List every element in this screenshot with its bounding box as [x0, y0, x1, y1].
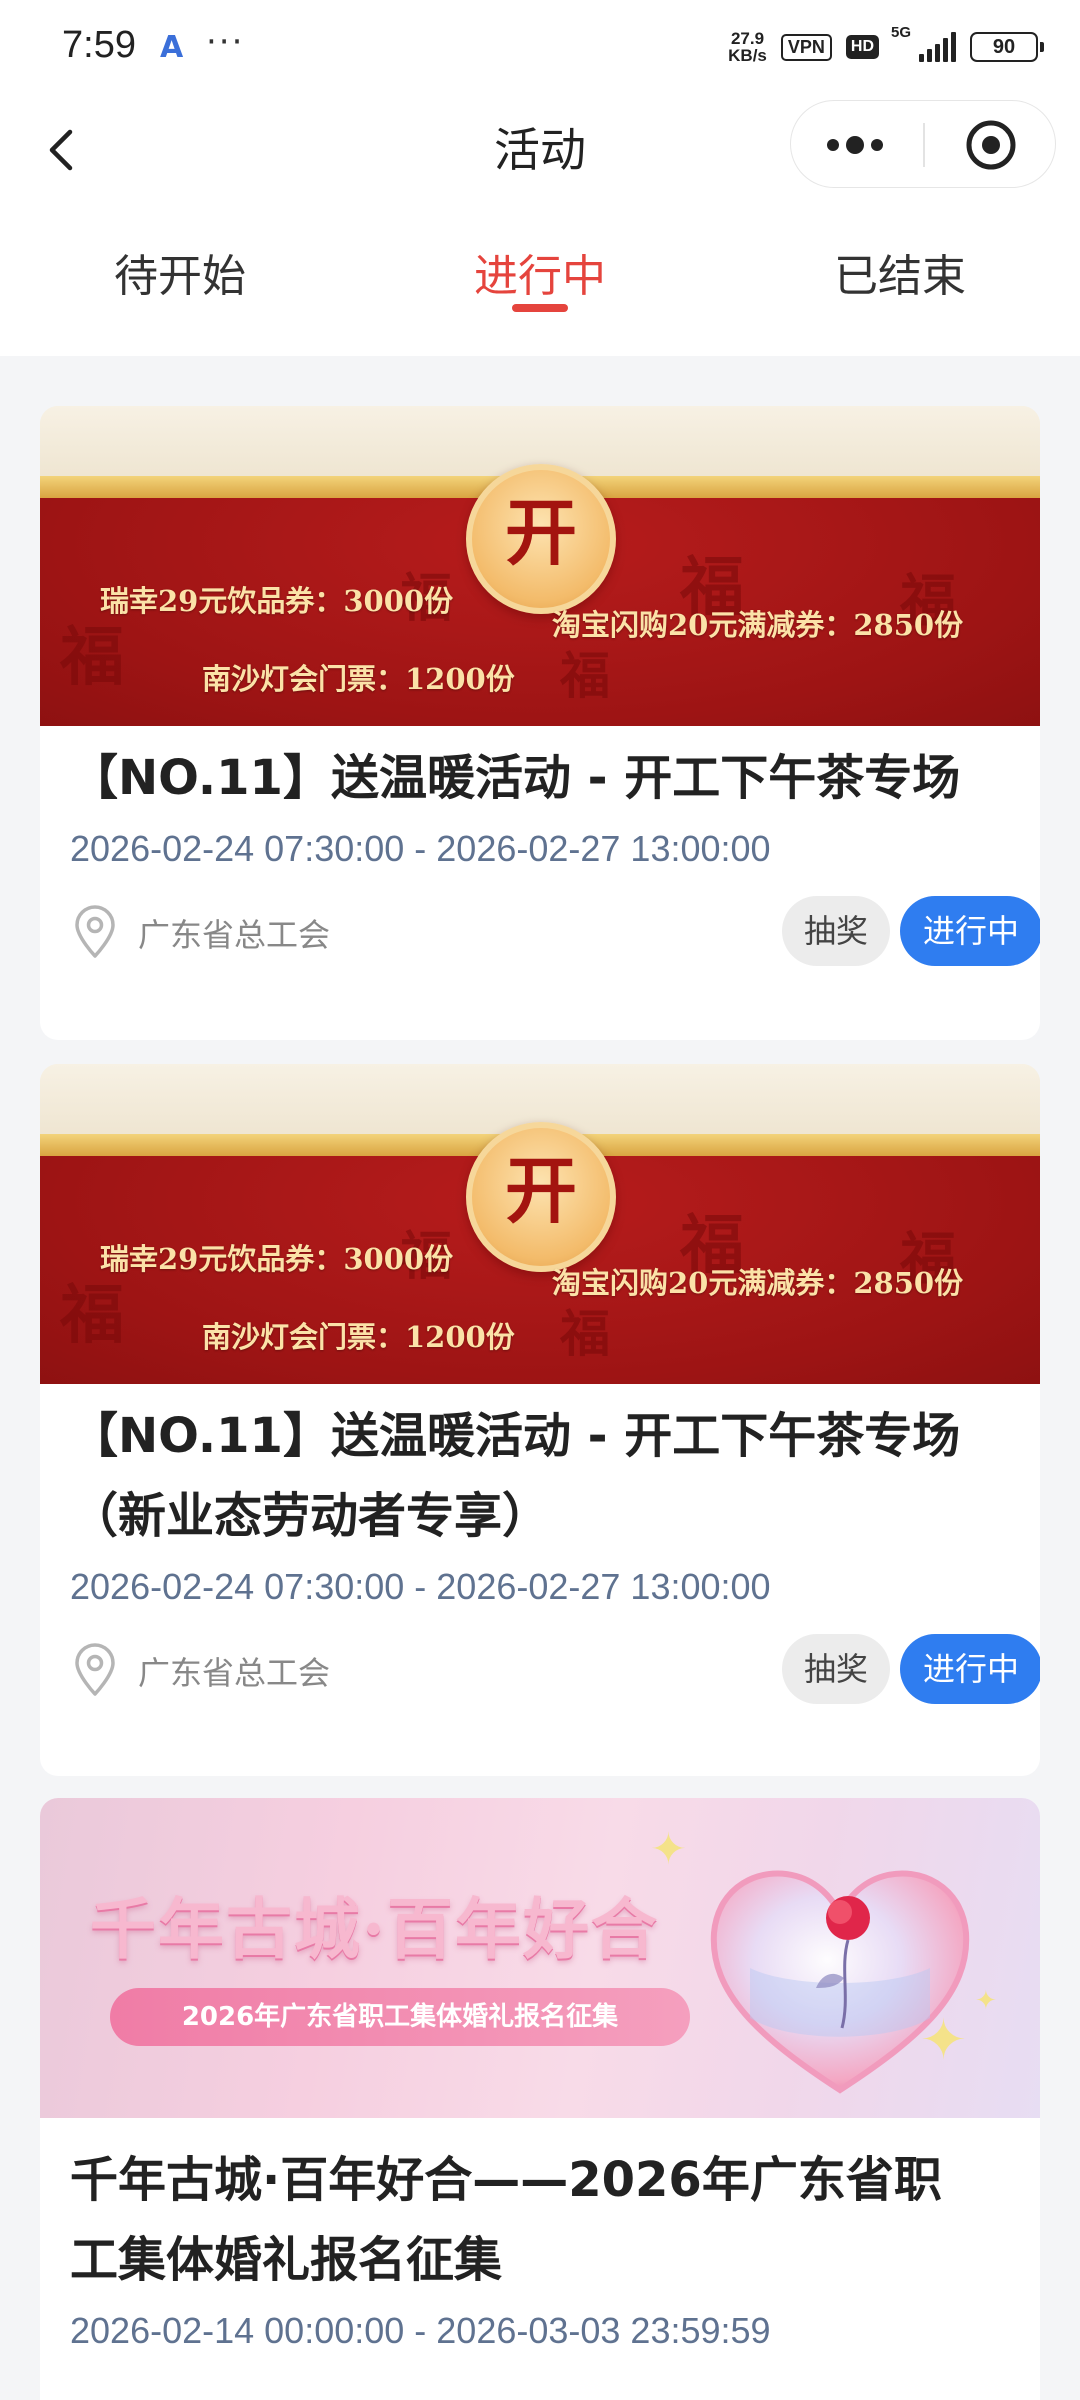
status-bar: 7:59 A ··· 27.9 KB/s VPN HD 5G 90	[0, 0, 1080, 100]
activity-footer: 广东省总工会 抽奖 进行中	[70, 874, 1040, 994]
status-indicators: 27.9 KB/s VPN HD 5G 90	[728, 24, 1044, 64]
more-notifications-icon: ···	[206, 22, 245, 62]
activity-title: 千年古城·百年好合——2026年广东省职 工集体婚礼报名征集	[70, 2118, 1010, 2300]
activity-title-line: 千年古城·百年好合——2026年广东省职	[70, 2152, 942, 2208]
location-pin-icon	[75, 905, 115, 958]
activity-time: 2026-02-24 07:30:00 - 2026-02-27 13:00:0…	[70, 1566, 771, 1607]
banner-prize-text: 瑞幸29元饮品券：3000份	[100, 584, 454, 618]
sparkle-icon: ✦	[650, 1824, 687, 1875]
close-button[interactable]	[925, 101, 1057, 189]
activity-card[interactable]: 福 福 福 福 福 开 瑞幸29元饮品券：3000份 淘宝闪购20元满减券：28…	[40, 1064, 1040, 1776]
activity-banner: 福 福 福 福 福 开 瑞幸29元饮品券：3000份 淘宝闪购20元满减券：28…	[40, 406, 1040, 726]
hd-icon: HD	[845, 35, 879, 59]
activity-time: 2026-02-14 00:00:00 - 2026-03-03 23:59:5…	[70, 2310, 771, 2351]
miniprogram-capsule	[790, 100, 1056, 188]
activity-title: 【NO.11】送温暖活动 - 开工下午茶专场 （新业态劳动者专享）	[70, 1384, 1010, 1556]
location-pin-icon	[75, 1643, 115, 1696]
activity-title-line: （新业态劳动者专享）	[70, 1488, 551, 1544]
banner-prize-text: 瑞幸29元饮品券：3000份	[100, 1242, 454, 1276]
tab-active-indicator	[512, 304, 568, 312]
activity-title: 【NO.11】送温暖活动 - 开工下午茶专场	[70, 750, 961, 806]
status-badge: 进行中	[900, 1634, 1040, 1704]
activity-location: 广东省总工会	[138, 916, 331, 954]
activity-location: 广东省总工会	[138, 1654, 331, 1692]
banner-subtitle: 2026年广东省职工集体婚礼报名征集	[110, 1988, 690, 2046]
app-notification-icon: A	[160, 30, 184, 65]
network-speed: 27.9 KB/s	[728, 30, 767, 64]
banner-prize-text: 淘宝闪购20元满减券：2850份	[552, 1266, 964, 1300]
status-badge: 进行中	[900, 896, 1040, 966]
banner-prize-text: 南沙灯会门票：1200份	[202, 662, 515, 696]
banner-prize-text: 淘宝闪购20元满减券：2850份	[552, 608, 964, 642]
tab-bar: 待开始 进行中 已结束	[0, 210, 1080, 356]
banner-seal: 开	[466, 1122, 616, 1272]
status-time: 7:59	[62, 24, 136, 66]
network-speed-unit: KB/s	[728, 46, 767, 65]
banner-seal: 开	[466, 464, 616, 614]
nav-bar: 活动	[0, 100, 1080, 210]
more-dots-icon	[827, 136, 883, 154]
tab-ongoing[interactable]: 进行中	[420, 240, 660, 304]
sparkle-icon: ✦	[920, 2008, 967, 2073]
vpn-icon: VPN	[780, 33, 832, 61]
banner-prize-text: 南沙灯会门票：1200份	[202, 1320, 515, 1354]
battery-icon: 90	[970, 32, 1044, 62]
activity-card[interactable]: 福 福 福 福 福 开 瑞幸29元饮品券：3000份 淘宝闪购20元满减券：28…	[40, 406, 1040, 1040]
activity-time: 2026-02-24 07:30:00 - 2026-02-27 13:00:0…	[70, 828, 771, 869]
activity-title-line: 工集体婚礼报名征集	[70, 2232, 503, 2288]
signal-icon: 5G	[891, 24, 956, 62]
heart-rose-image	[710, 1870, 970, 2094]
banner-headline: 千年古城·百年好合	[90, 1890, 659, 1968]
tab-upcoming[interactable]: 待开始	[60, 240, 300, 304]
network-speed-value: 27.9	[730, 29, 765, 48]
activity-footer: 广东省总工会 抽奖 进行中	[70, 1612, 1040, 1732]
activity-banner: 福 福 福 福 福 开 瑞幸29元饮品券：3000份 淘宝闪购20元满减券：28…	[40, 1064, 1040, 1384]
activity-title-line: 【NO.11】送温暖活动 - 开工下午茶专场	[70, 1408, 961, 1464]
tab-ended[interactable]: 已结束	[780, 240, 1020, 304]
type-badge: 抽奖	[782, 896, 890, 966]
type-badge: 抽奖	[782, 1634, 890, 1704]
close-target-icon	[966, 120, 1016, 170]
more-button[interactable]	[791, 101, 923, 189]
activity-banner: 千年古城·百年好合 2026年广东省职工集体婚礼报名征集 ✦ ✦ ✦	[40, 1798, 1040, 2118]
signal-label: 5G	[891, 24, 912, 41]
sparkle-icon: ✦	[975, 1986, 997, 2016]
activity-card[interactable]: 千年古城·百年好合 2026年广东省职工集体婚礼报名征集 ✦ ✦ ✦ 千年古城·…	[40, 1798, 1040, 2400]
